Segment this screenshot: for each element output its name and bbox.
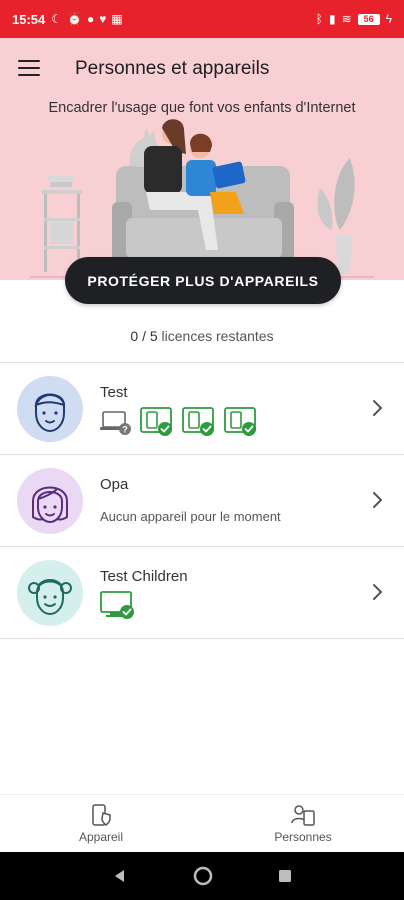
person-name: Test xyxy=(100,384,128,401)
child-face-icon xyxy=(28,579,72,616)
licenses-remaining: 0 / 5 licences restantes xyxy=(0,328,404,344)
avatar xyxy=(17,468,83,534)
status-time: 15:54 xyxy=(12,11,46,27)
device-list: ? xyxy=(100,407,258,437)
nav-people[interactable]: Personnes xyxy=(202,795,404,852)
avatar xyxy=(17,376,83,442)
nav-device-label: Appareil xyxy=(78,830,124,844)
girl-face-icon xyxy=(32,486,68,524)
person-row-test-children[interactable]: Test Children xyxy=(0,547,404,638)
hamburger-menu-icon[interactable] xyxy=(18,60,40,76)
charging-icon: ϟ xyxy=(385,12,392,26)
recents-icon[interactable] xyxy=(278,869,292,883)
status-notification-icons: ☾ ⏰ ● ♥ ▦ xyxy=(51,12,122,26)
back-icon[interactable] xyxy=(112,868,128,884)
nav-device[interactable]: Appareil xyxy=(0,795,202,852)
status-left: 15:54 ☾ ⏰ ● ♥ ▦ xyxy=(12,12,123,27)
hero-subtitle: Encadrer l'usage que font vos enfants d'… xyxy=(48,100,356,116)
divider xyxy=(0,638,404,639)
avatar xyxy=(17,560,83,626)
chevron-right-icon xyxy=(373,584,382,600)
device-list xyxy=(100,591,136,621)
person-row-test[interactable]: Test ? xyxy=(0,363,404,454)
page-title: Personnes et appareils xyxy=(75,58,270,79)
status-bar: 15:54 ☾ ⏰ ● ♥ ▦ ᛒ ▮ ≋ 56 ϟ xyxy=(0,0,404,38)
hero-banner: Personnes et appareils Encadrer l'usage … xyxy=(0,38,404,280)
battery-icon: 56 xyxy=(357,13,380,25)
app-bar: Personnes et appareils xyxy=(0,38,404,98)
home-icon[interactable] xyxy=(193,866,213,886)
boy-face-icon xyxy=(34,393,66,433)
bottom-navigation: Appareil Personnes xyxy=(0,794,404,852)
system-navigation-bar xyxy=(0,852,404,900)
moon-icon: ☾ xyxy=(51,12,63,26)
heart-icon: ♥ xyxy=(99,12,107,26)
signal-icon: ▮ xyxy=(328,12,336,26)
tablet-protected-icon xyxy=(224,407,256,436)
plant-illustration xyxy=(317,158,355,274)
person-name: Test Children xyxy=(100,568,188,585)
chevron-right-icon xyxy=(373,492,382,508)
alarm-icon: ⏰ xyxy=(67,12,82,26)
tablet-protected-icon xyxy=(182,407,214,436)
grid-icon: ▦ xyxy=(111,12,123,26)
licenses-label: licences restantes xyxy=(161,328,274,344)
bluetooth-icon: ᛒ xyxy=(315,12,323,26)
wifi-icon: ≋ xyxy=(341,12,352,26)
person-name: Opa xyxy=(100,476,129,493)
licenses-count: 0 / 5 xyxy=(130,328,158,344)
laptop-unknown-icon: ? xyxy=(100,411,131,435)
svg-text:?: ? xyxy=(122,425,128,435)
device-shield-icon xyxy=(92,804,111,827)
protect-more-devices-button[interactable]: PROTÉGER PLUS D'APPAREILS xyxy=(65,257,341,304)
status-right: ᛒ ▮ ≋ 56 ϟ xyxy=(316,12,392,26)
shelf-illustration xyxy=(42,176,82,272)
chevron-right-icon xyxy=(373,400,382,416)
family-illustration xyxy=(30,119,374,278)
app-icon: ● xyxy=(86,12,95,26)
person-status: Aucun appareil pour le moment xyxy=(100,509,281,524)
nav-people-label: Personnes xyxy=(274,830,332,844)
tablet-protected-icon xyxy=(140,407,172,436)
person-row-opa[interactable]: Opa Aucun appareil pour le moment xyxy=(0,455,404,546)
people-icon xyxy=(291,805,315,826)
desktop-protected-icon xyxy=(100,591,134,619)
